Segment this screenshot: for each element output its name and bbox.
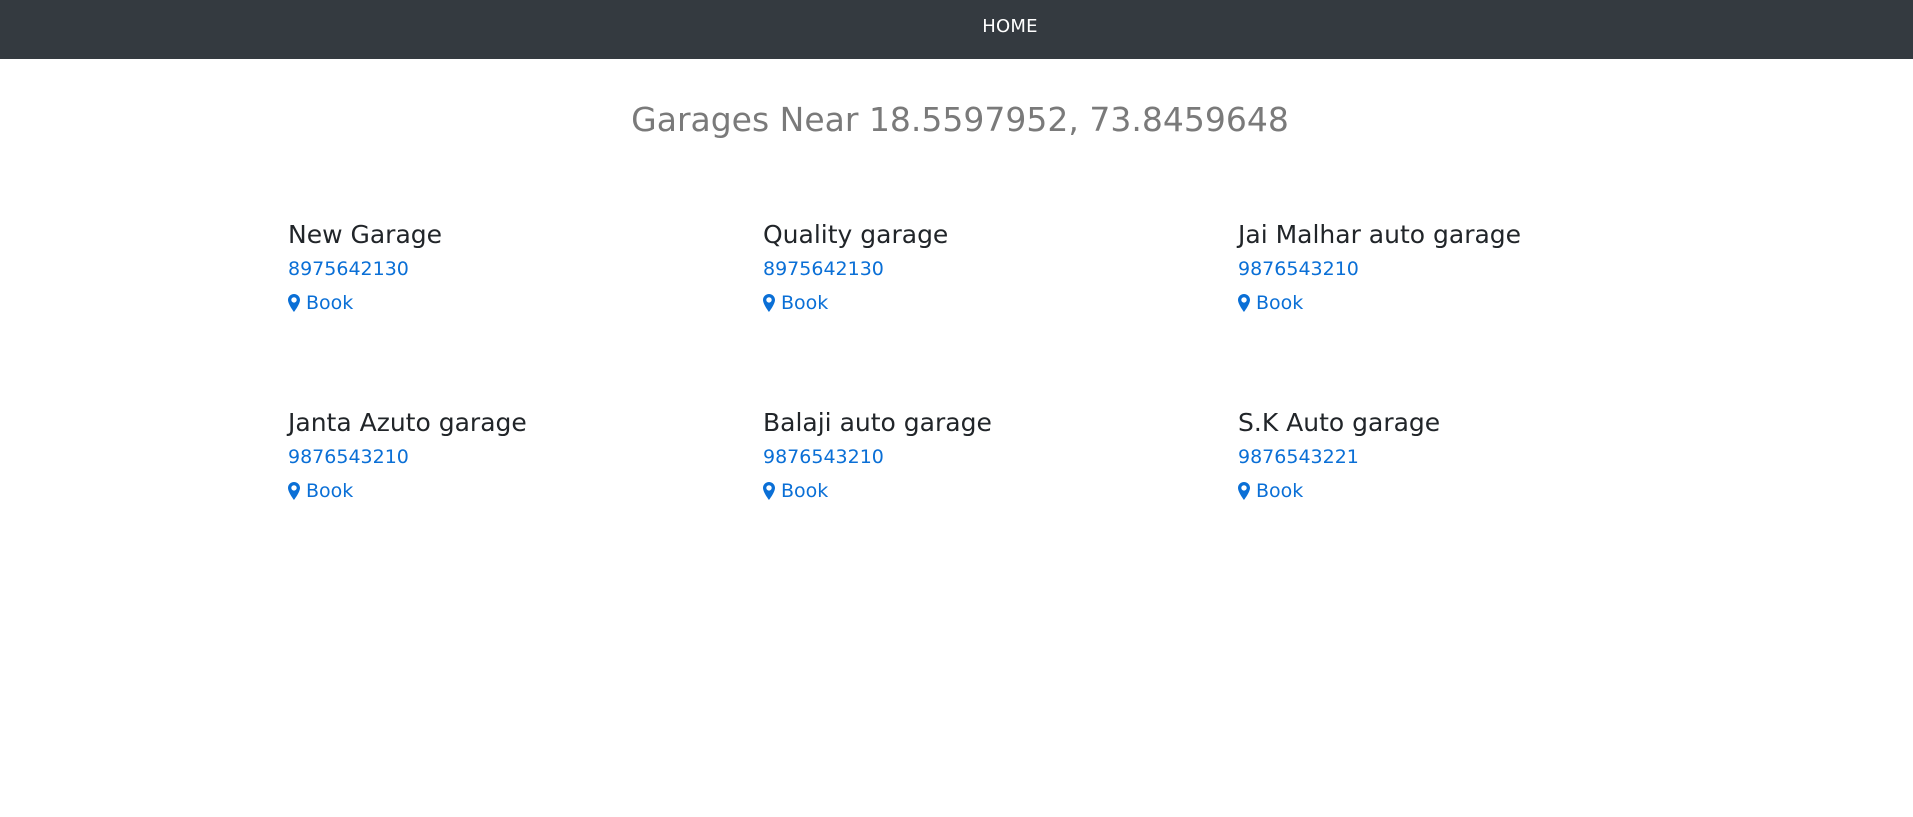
- book-link[interactable]: Book: [288, 479, 763, 503]
- top-navbar: HOME: [0, 0, 1913, 59]
- garage-name: Janta Azuto garage: [288, 408, 527, 437]
- garage-name: Jai Malhar auto garage: [1238, 220, 1522, 249]
- garage-card: Jai Malhar auto garage 9876543210 Book: [1238, 218, 1713, 406]
- page-title: Garages Near 18.5597952, 73.8459648: [631, 100, 1289, 139]
- book-link[interactable]: Book: [1238, 479, 1713, 503]
- garage-phone-link[interactable]: 9876543210: [288, 445, 763, 469]
- book-label: Book: [306, 480, 354, 502]
- map-marker-icon: [763, 482, 775, 500]
- garage-phone-link[interactable]: 8975642130: [288, 257, 763, 281]
- garage-card: Balaji auto garage 9876543210 Book: [763, 406, 1238, 594]
- garage-name: New Garage: [288, 220, 443, 249]
- garage-phone-link[interactable]: 8975642130: [763, 257, 1238, 281]
- book-label: Book: [781, 480, 829, 502]
- book-label: Book: [1256, 480, 1304, 502]
- map-marker-icon: [1238, 294, 1250, 312]
- garage-list: New Garage 8975642130 Book Quality garag…: [288, 218, 1713, 594]
- garage-name: S.K Auto garage: [1238, 408, 1441, 437]
- garage-phone-link[interactable]: 9876543210: [1238, 257, 1713, 281]
- garage-card: S.K Auto garage 9876543221 Book: [1238, 406, 1713, 594]
- book-label: Book: [1256, 292, 1304, 314]
- book-link[interactable]: Book: [288, 291, 763, 315]
- garage-phone-link[interactable]: 9876543210: [763, 445, 1238, 469]
- garage-phone-link[interactable]: 9876543221: [1238, 445, 1713, 469]
- garage-name: Quality garage: [763, 220, 949, 249]
- garage-name: Balaji auto garage: [763, 408, 992, 437]
- map-marker-icon: [288, 482, 300, 500]
- map-marker-icon: [288, 294, 300, 312]
- garage-card: Janta Azuto garage 9876543210 Book: [288, 406, 763, 594]
- book-link[interactable]: Book: [1238, 291, 1713, 315]
- book-label: Book: [781, 292, 829, 314]
- book-link[interactable]: Book: [763, 291, 1238, 315]
- garage-card: Quality garage 8975642130 Book: [763, 218, 1238, 406]
- book-link[interactable]: Book: [763, 479, 1238, 503]
- map-marker-icon: [763, 294, 775, 312]
- garage-card: New Garage 8975642130 Book: [288, 218, 763, 406]
- map-marker-icon: [1238, 482, 1250, 500]
- book-label: Book: [306, 292, 354, 314]
- nav-home-link[interactable]: HOME: [960, 0, 1060, 53]
